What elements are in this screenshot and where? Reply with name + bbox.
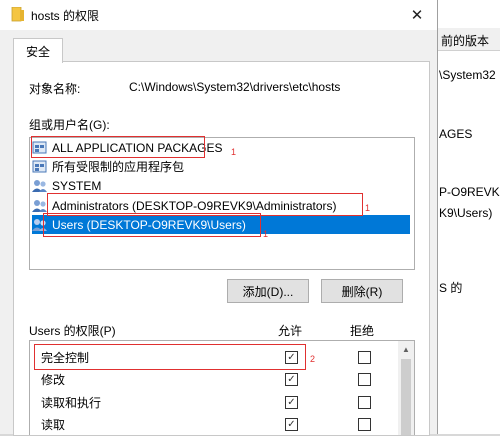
tab-security[interactable]: 安全: [13, 38, 63, 63]
permission-name: 修改: [41, 373, 66, 387]
list-item-label: 所有受限制的应用程序包: [52, 160, 185, 174]
background-text-perm: S 的: [439, 281, 463, 295]
tab-security-label: 安全: [25, 44, 50, 59]
annotation-number: 1: [263, 229, 269, 239]
title-bar[interactable]: hosts 的权限 ✕: [0, 0, 437, 30]
object-name-label: 对象名称:: [29, 82, 81, 96]
permission-row: 读取和执行 ✓: [30, 391, 398, 413]
folder-file-icon: [11, 7, 24, 22]
object-name-value: C:\Windows\System32\drivers\etc\hosts: [129, 80, 341, 94]
permission-row: 读取 ✓: [30, 413, 398, 435]
groups-label: 组或用户名(G):: [29, 118, 110, 132]
annotation-number: 1: [231, 147, 237, 157]
deny-checkbox[interactable]: [358, 418, 371, 431]
annotation-number: 1: [365, 203, 371, 213]
scroll-up-icon[interactable]: ▲: [398, 341, 414, 357]
allow-checkbox[interactable]: ✓: [285, 418, 298, 431]
close-icon: ✕: [410, 7, 424, 24]
deny-header: 拒绝: [350, 324, 375, 338]
background-window: 前的版本 \System32 AGES P-O9REVK9 K9\Users) …: [432, 0, 500, 434]
background-tab-label: 前的版本: [441, 34, 490, 48]
permission-name: 读取: [41, 418, 66, 432]
background-text-path: \System32: [439, 68, 496, 82]
app-package-icon: [32, 160, 47, 172]
permissions-label: Users 的权限(P): [29, 324, 116, 338]
users-icon: [32, 199, 47, 212]
users-icon: [32, 179, 47, 192]
permission-name: 读取和执行: [41, 396, 102, 410]
background-text-packages: AGES: [439, 127, 473, 141]
window-title: hosts 的权限: [31, 9, 100, 23]
background-text-admins: P-O9REVK9: [439, 185, 500, 199]
permissions-dialog: hosts 的权限 ✕ 安全 对象名称: C:\Windows\System32…: [0, 0, 438, 436]
background-text-users: K9\Users): [439, 206, 493, 220]
remove-button-label: 删除(R): [341, 284, 383, 299]
scrollbar[interactable]: ▲: [398, 341, 414, 435]
annotation-box: [43, 213, 261, 237]
allow-checkbox[interactable]: ✓: [285, 396, 298, 409]
annotation-box: [31, 136, 205, 158]
allow-header: 允许: [278, 324, 303, 338]
remove-button[interactable]: 删除(R): [321, 279, 403, 303]
add-button[interactable]: 添加(D)...: [227, 279, 309, 303]
annotation-box: [34, 344, 306, 370]
deny-checkbox[interactable]: [358, 351, 371, 364]
scroll-thumb[interactable]: [401, 359, 411, 435]
background-tab[interactable]: 前的版本: [433, 28, 500, 51]
annotation-number: 2: [310, 354, 316, 364]
list-item[interactable]: 所有受限制的应用程序包: [32, 157, 184, 176]
permission-row: 修改 ✓: [30, 368, 398, 390]
deny-checkbox[interactable]: [358, 396, 371, 409]
deny-checkbox[interactable]: [358, 373, 371, 386]
allow-checkbox[interactable]: ✓: [285, 373, 298, 386]
list-item-label: SYSTEM: [52, 178, 102, 193]
add-button-label: 添加(D)...: [242, 284, 294, 299]
close-button[interactable]: ✕: [404, 3, 430, 27]
